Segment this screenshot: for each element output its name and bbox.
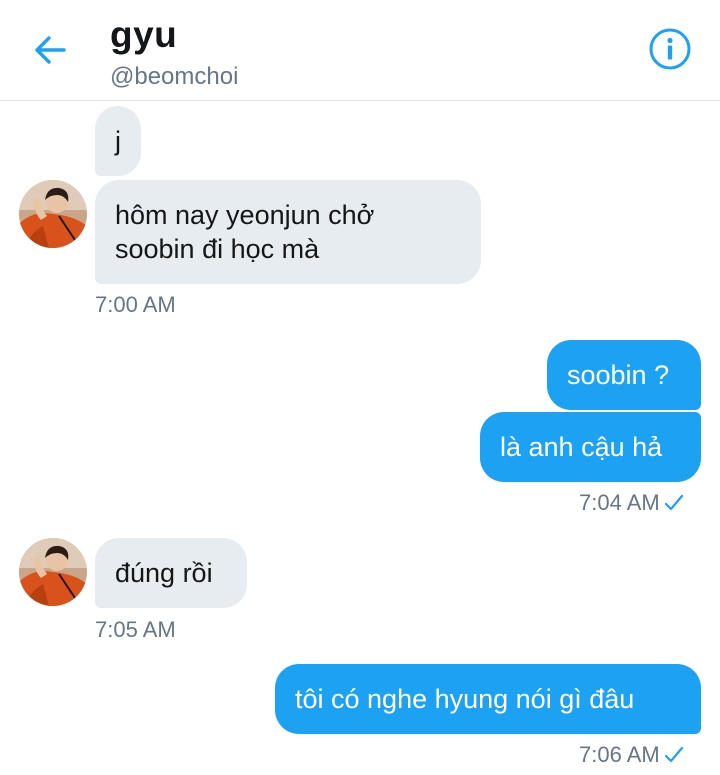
message-text: đúng rồi [115,558,213,588]
conversation-handle[interactable]: @beomchoi [110,63,238,91]
message-bubble[interactable]: hôm nay yeonjun chở soobin đi học mà [95,180,481,284]
message-text: j [115,126,121,156]
timestamp-text: 7:04 AM [579,490,660,515]
info-button[interactable] [648,27,692,71]
avatar[interactable] [19,538,87,606]
timestamp-text: 7:00 AM [95,292,176,317]
message-bubble[interactable]: là anh cậu hả [480,412,701,482]
message-timestamp: 7:05 AM [95,617,176,643]
message-text: tôi có nghe hyung nói gì đâu [295,684,635,714]
timestamp-text: 7:05 AM [95,617,176,642]
info-icon [649,28,691,70]
avatar[interactable] [19,180,87,248]
conversation-title[interactable]: gyu [110,14,177,56]
timestamp-text: 7:06 AM [579,742,660,767]
message-timestamp: 7:04 AM [579,490,684,516]
conversation-header: gyu @beomchoi [0,0,720,101]
checkmark-icon [664,494,683,511]
checkmark-icon [664,746,683,763]
back-button[interactable] [30,30,70,70]
message-bubble[interactable]: soobin ? [547,340,701,410]
arrow-left-icon [35,36,66,64]
message-bubble[interactable]: tôi có nghe hyung nói gì đâu [275,664,701,734]
message-timestamp: 7:06 AM [579,742,684,768]
message-text-line: hôm nay yeonjun chở [115,200,375,230]
message-text-line: soobin đi học mà [115,234,320,264]
message-bubble[interactable]: j [95,106,141,176]
message-bubble[interactable]: đúng rồi [95,538,247,608]
message-text: soobin ? [567,360,670,390]
message-timestamp: 7:00 AM [95,292,176,318]
message-text: là anh cậu hả [500,432,663,462]
